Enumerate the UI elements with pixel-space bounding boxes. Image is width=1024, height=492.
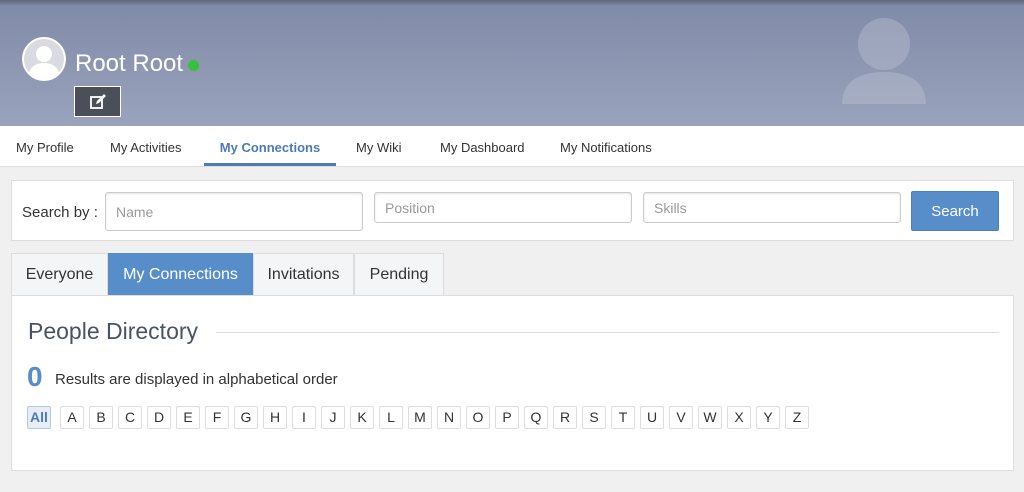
letter-filter-e[interactable]: E: [176, 406, 200, 429]
avatar[interactable]: [22, 37, 66, 81]
tab-invitations[interactable]: Invitations: [253, 253, 354, 296]
skills-search-input[interactable]: [643, 192, 901, 223]
online-status-icon: [188, 60, 199, 71]
letter-filter-i[interactable]: I: [292, 406, 316, 429]
letter-filter-b[interactable]: B: [89, 406, 113, 429]
letter-filter-y[interactable]: Y: [756, 406, 780, 429]
letter-filter-n[interactable]: N: [437, 406, 461, 429]
nav-my-connections[interactable]: My Connections: [204, 126, 336, 166]
nav-my-wiki[interactable]: My Wiki: [356, 126, 402, 166]
nav-my-activities[interactable]: My Activities: [110, 126, 182, 166]
letter-filter-w[interactable]: W: [698, 406, 722, 429]
letter-filter-k[interactable]: K: [350, 406, 374, 429]
edit-icon: [89, 93, 106, 109]
letter-filter-u[interactable]: U: [640, 406, 664, 429]
search-button[interactable]: Search: [911, 191, 999, 231]
letter-filter-t[interactable]: T: [611, 406, 635, 429]
letter-filter-g[interactable]: G: [234, 406, 258, 429]
banner-shadow: [0, 0, 1024, 6]
letter-filter-l[interactable]: L: [379, 406, 403, 429]
letter-filter-v[interactable]: V: [669, 406, 693, 429]
tab-everyone[interactable]: Everyone: [11, 253, 108, 296]
letter-filter-o[interactable]: O: [466, 406, 490, 429]
nav-my-notifications[interactable]: My Notifications: [560, 126, 652, 166]
letter-filter-f[interactable]: F: [205, 406, 229, 429]
letter-filter-d[interactable]: D: [147, 406, 171, 429]
letter-filter-p[interactable]: P: [495, 406, 519, 429]
letter-filter-all[interactable]: All: [27, 406, 51, 429]
title-divider: [216, 332, 999, 333]
background-person-icon: [842, 18, 926, 104]
letter-filter-q[interactable]: Q: [524, 406, 548, 429]
position-search-input[interactable]: [374, 192, 632, 223]
nav-my-profile[interactable]: My Profile: [16, 126, 74, 166]
letter-filter-m[interactable]: M: [408, 406, 432, 429]
letter-filter-h[interactable]: H: [263, 406, 287, 429]
nav-my-dashboard[interactable]: My Dashboard: [440, 126, 525, 166]
letter-filter-j[interactable]: J: [321, 406, 345, 429]
letter-filter-r[interactable]: R: [553, 406, 577, 429]
edit-profile-button[interactable]: [74, 86, 121, 117]
tab-my-connections[interactable]: My Connections: [108, 253, 253, 296]
user-avatar-icon: [24, 39, 64, 79]
letter-filter-x[interactable]: X: [727, 406, 751, 429]
profile-banner: Root Root: [0, 0, 1024, 126]
letter-filter-c[interactable]: C: [118, 406, 142, 429]
search-label: Search by :: [22, 204, 98, 221]
result-text: Results are displayed in alphabetical or…: [55, 371, 338, 388]
letter-filter-z[interactable]: Z: [785, 406, 809, 429]
search-box: Search by : Search: [11, 180, 1014, 241]
panel-title: People Directory: [28, 318, 199, 344]
tab-pending[interactable]: Pending: [354, 253, 444, 296]
name-search-input[interactable]: [105, 192, 363, 231]
profile-nav: My Profile My Activities My Connections …: [0, 126, 1024, 167]
people-directory-panel: People Directory 0 Results are displayed…: [11, 295, 1014, 471]
result-count: 0: [27, 361, 43, 392]
letter-filter-a[interactable]: A: [60, 406, 84, 429]
user-name: Root Root: [75, 50, 184, 77]
letter-filter-s[interactable]: S: [582, 406, 606, 429]
